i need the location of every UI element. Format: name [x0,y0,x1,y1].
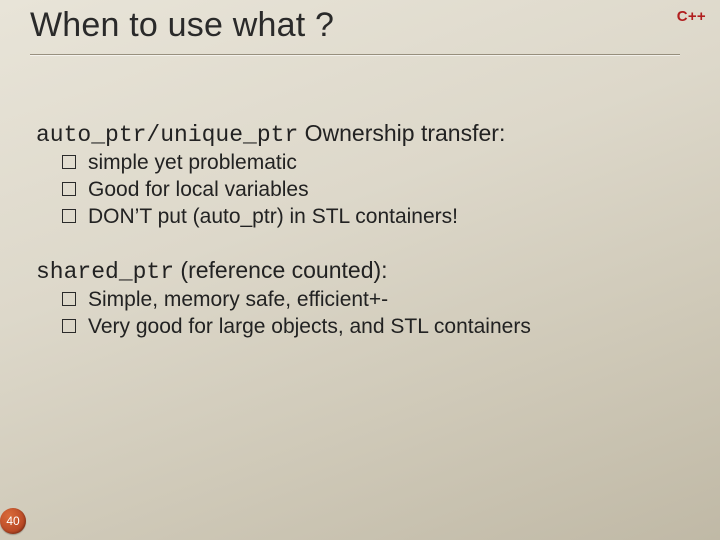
slide-body: auto_ptr/unique_ptr Ownership transfer: … [36,120,680,366]
heading-rest: (reference counted): [174,257,388,283]
section-heading-auto-ptr: auto_ptr/unique_ptr Ownership transfer: [36,120,680,148]
heading-rest: Ownership transfer: [298,120,505,146]
slide: C++ When to use what ? auto_ptr/unique_p… [0,0,720,540]
list-item: DON’T put (auto_ptr) in STL containers! [62,204,680,231]
list-item: simple yet problematic [62,150,680,177]
bullet-list: simple yet problematic Good for local va… [62,150,680,231]
title-underline [30,54,680,55]
bullet-list: Simple, memory safe, efficient+- Very go… [62,287,680,341]
slide-title: When to use what ? [30,6,334,45]
list-item: Very good for large objects, and STL con… [62,314,680,341]
page-number-badge: 40 [0,508,26,534]
list-item: Good for local variables [62,177,680,204]
section-heading-shared-ptr: shared_ptr (reference counted): [36,257,680,285]
list-item: Simple, memory safe, efficient+- [62,287,680,314]
code-text: auto_ptr/unique_ptr [36,122,298,148]
code-text: shared_ptr [36,259,174,285]
cpp-badge: C++ [677,8,706,25]
